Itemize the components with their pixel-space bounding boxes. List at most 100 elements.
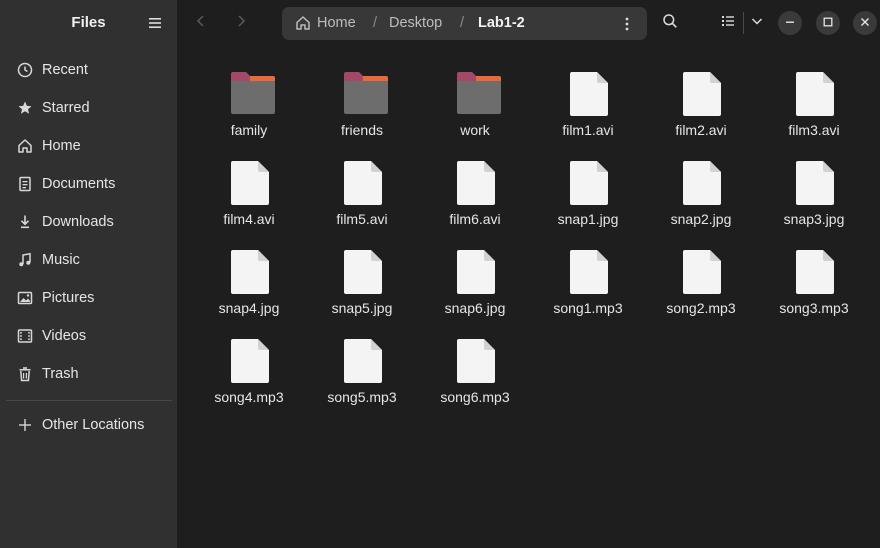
view-button-divider [743,12,744,34]
video-icon [16,327,34,345]
forward-button[interactable] [228,11,254,35]
file-item[interactable]: song3.mp3 [761,249,867,333]
close-button[interactable] [853,11,877,35]
sidebar-item-label: Pictures [42,290,95,306]
file-icon [569,71,609,117]
file-icon [456,160,496,206]
file-grid: family friends work film1.avi film2.avi … [177,46,880,548]
back-button[interactable] [188,11,214,35]
home-icon [16,137,34,155]
plus-icon [16,416,34,434]
folder-item[interactable]: work [422,71,528,155]
sidebar-item-recent[interactable]: Recent [6,53,172,87]
sidebar-item-pictures[interactable]: Pictures [6,281,172,315]
sidebar-item-label: Music [42,252,80,268]
file-name: work [460,122,490,138]
file-item[interactable]: film5.avi [309,160,415,244]
sidebar-item-other-locations[interactable]: Other Locations [6,408,172,442]
file-icon [682,160,722,206]
sidebar-item-videos[interactable]: Videos [6,319,172,353]
chevron-down-icon [750,14,764,33]
music-icon [16,251,34,269]
breadcrumb-desktop[interactable]: Desktop [389,15,442,31]
file-item[interactable]: snap1.jpg [535,160,641,244]
maximize-icon [823,14,833,32]
folder-item[interactable]: family [196,71,302,155]
document-icon [16,175,34,193]
list-view-icon [720,13,736,34]
file-item[interactable]: film1.avi [535,71,641,155]
path-bar: Home / Desktop / Lab1-2 [282,7,647,40]
close-icon [860,14,870,32]
file-item[interactable]: song4.mp3 [196,338,302,422]
file-icon [569,160,609,206]
file-item[interactable]: snap4.jpg [196,249,302,333]
file-item[interactable]: film4.avi [196,160,302,244]
file-name: song6.mp3 [440,389,510,405]
file-name: film1.avi [562,122,614,138]
file-icon [682,249,722,295]
sidebar-item-documents[interactable]: Documents [6,167,172,201]
file-name: family [230,122,268,138]
clock-icon [16,61,34,79]
file-item[interactable]: snap5.jpg [309,249,415,333]
view-list-button[interactable] [717,12,739,34]
file-name: film2.avi [675,122,727,138]
sidebar-item-label: Recent [42,62,88,78]
file-icon [456,338,496,384]
file-item[interactable]: film3.avi [761,71,867,155]
home-icon [295,15,311,36]
file-item[interactable]: song6.mp3 [422,338,528,422]
file-icon [230,338,270,384]
breadcrumb-home[interactable]: Home [317,15,356,31]
sidebar-item-home[interactable]: Home [6,129,172,163]
chevron-left-icon [194,14,208,33]
file-name: song5.mp3 [327,389,397,405]
sidebar-divider [6,400,172,401]
file-item[interactable]: snap2.jpg [648,160,754,244]
star-icon [16,99,34,117]
search-icon [662,13,678,34]
file-item[interactable]: song2.mp3 [648,249,754,333]
sidebar-item-label: Other Locations [42,417,145,433]
hamburger-menu-icon[interactable] [146,14,164,32]
sidebar-item-label: Starred [42,100,90,116]
file-name: snap1.jpg [557,211,619,227]
file-name: film5.avi [336,211,388,227]
file-item[interactable]: song5.mp3 [309,338,415,422]
file-name: film3.avi [788,122,840,138]
sidebar-item-label: Downloads [42,214,114,230]
file-name: film6.avi [449,211,501,227]
sidebar-item-trash[interactable]: Trash [6,357,172,391]
breadcrumb-separator: / [460,15,465,31]
file-item[interactable]: snap3.jpg [761,160,867,244]
search-button[interactable] [659,12,681,34]
breadcrumb-separator: / [373,15,378,31]
minimize-icon [785,14,795,32]
folder-item[interactable]: friends [309,71,415,155]
file-icon [795,160,835,206]
sidebar-header: Files [0,0,177,46]
minimize-button[interactable] [778,11,802,35]
folder-icon [230,71,275,117]
maximize-button[interactable] [816,11,840,35]
sidebar-item-label: Videos [42,328,87,344]
sidebar-item-starred[interactable]: Starred [6,91,172,125]
file-icon [456,249,496,295]
file-icon [343,249,383,295]
file-item[interactable]: film2.avi [648,71,754,155]
file-name: snap4.jpg [218,300,280,316]
sidebar-item-downloads[interactable]: Downloads [6,205,172,239]
sidebar-item-label: Trash [42,366,79,382]
breadcrumb-current[interactable]: Lab1-2 [478,15,525,31]
file-item[interactable]: film6.avi [422,160,528,244]
more-options-icon[interactable] [618,15,636,33]
file-icon [795,249,835,295]
file-item[interactable]: song1.mp3 [535,249,641,333]
file-name: friends [340,122,384,138]
file-item[interactable]: snap6.jpg [422,249,528,333]
sidebar-item-label: Documents [42,176,116,192]
view-options-button[interactable] [746,12,768,34]
file-icon [795,71,835,117]
sidebar-item-music[interactable]: Music [6,243,172,277]
